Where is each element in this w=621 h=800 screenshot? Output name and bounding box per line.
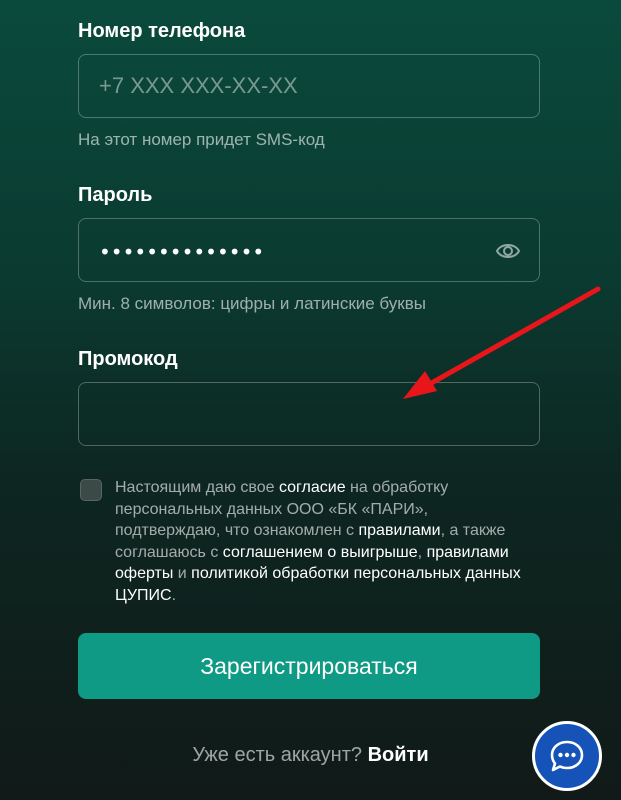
chat-button[interactable] (532, 721, 602, 791)
register-button[interactable]: Зарегистрироваться (78, 633, 540, 699)
phone-input-box[interactable] (78, 54, 540, 118)
consent-text-part: и (173, 565, 192, 582)
rules-link[interactable]: правилами (358, 522, 440, 539)
password-hint: Мин. 8 символов: цифры и латинские буквы (78, 294, 426, 313)
chat-icon (550, 740, 584, 772)
phone-hint: На этот номер придет SMS-код (78, 130, 325, 149)
password-input[interactable]: •••••••••••••• (78, 218, 540, 282)
consent-link[interactable]: согласие (279, 479, 346, 496)
consent-text-part: Настоящим даю свое (115, 479, 279, 496)
password-label: Пароль (78, 184, 153, 206)
phone-label: Номер телефона (78, 20, 246, 42)
consent-text-part: , (417, 543, 427, 561)
winnings-agreement-link[interactable]: соглашением о выигрыше (223, 544, 418, 561)
phone-input[interactable] (79, 55, 539, 117)
eye-icon[interactable] (495, 239, 521, 263)
promo-label: Промокод (78, 348, 178, 370)
consent-text-part: . (171, 586, 177, 604)
consent-text: Настоящим даю свое согласие на обработку… (115, 477, 535, 606)
promo-input[interactable] (79, 383, 539, 445)
promo-input-box[interactable] (78, 382, 540, 446)
consent-checkbox[interactable] (80, 479, 102, 501)
login-row: Уже есть аккаунт? Войти (0, 744, 621, 767)
password-value: •••••••••••••• (99, 240, 265, 264)
login-prompt: Уже есть аккаунт? (192, 744, 363, 766)
login-link[interactable]: Войти (368, 744, 429, 766)
